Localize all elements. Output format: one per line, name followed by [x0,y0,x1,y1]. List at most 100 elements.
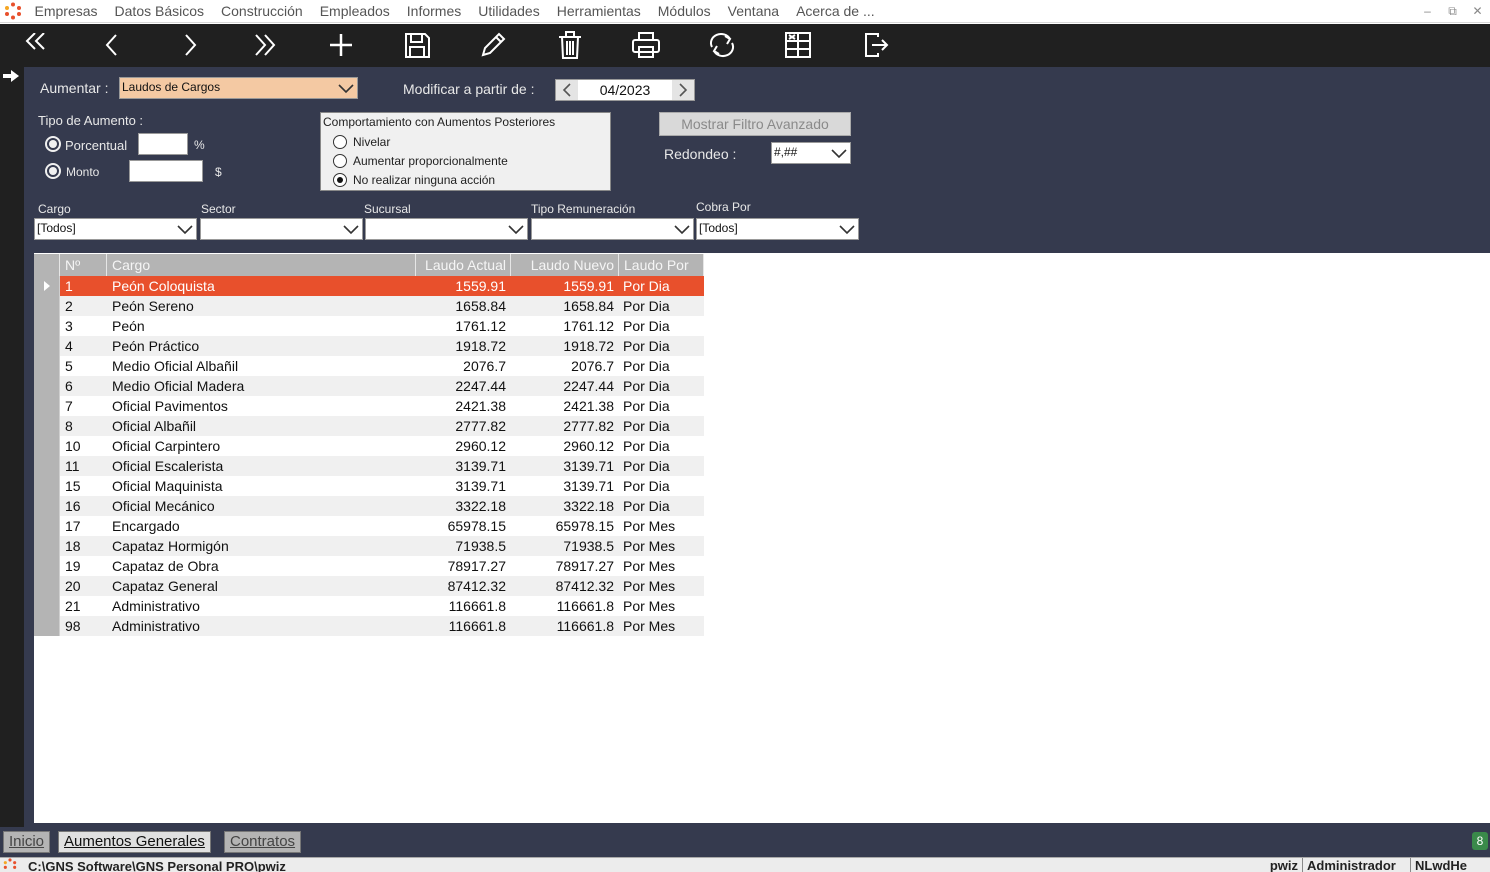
tab-aumentos-generales[interactable]: Aumentos Generales [58,831,211,853]
restore-icon[interactable]: ⧉ [1440,0,1465,23]
row-indicator[interactable] [34,556,60,576]
table-row[interactable]: 17 Encargado 65978.15 65978.15 Por Mes [34,516,704,536]
table-row[interactable]: 15 Oficial Maquinista 3139.71 3139.71 Por Di… [34,476,704,496]
period-prev-icon[interactable] [556,80,578,100]
table-row[interactable]: 3 Peón 1761.12 1761.12 Por Dia [34,316,704,336]
row-indicator[interactable] [34,476,60,496]
row-indicator[interactable] [34,516,60,536]
menu-herramientas[interactable]: Herramientas [548,0,649,23]
column-header-laudo-por[interactable]: Laudo Por [619,254,704,276]
menu-modulos[interactable]: Módulos [649,0,719,23]
menu-informes[interactable]: Informes [398,0,469,23]
refresh-icon[interactable] [702,26,742,64]
redondeo-select[interactable]: #,## [771,142,851,164]
cobra-por-select[interactable]: [Todos] [696,218,859,240]
row-indicator[interactable] [34,436,60,456]
row-indicator[interactable] [34,316,60,336]
row-indicator[interactable] [34,356,60,376]
first-record-icon[interactable] [16,26,56,64]
exit-icon[interactable] [856,26,896,64]
last-record-icon[interactable] [245,26,285,64]
row-indicator[interactable] [34,596,60,616]
table-row[interactable]: 19 Capataz de Obra 78917.27 78917.27 Por Mes [34,556,704,576]
proporcional-radio[interactable] [333,154,347,168]
row-indicator[interactable] [34,376,60,396]
table-row[interactable]: 4 Peón Práctico 1918.72 1918.72 Por Dia [34,336,704,356]
row-indicator[interactable] [34,276,60,296]
table-row[interactable]: 21 Administrativo 116661.8 116661.8 Por Mes [34,596,704,616]
row-indicator[interactable] [34,456,60,476]
column-header-cargo[interactable]: Cargo [107,254,416,276]
sector-filter-select[interactable] [200,218,363,240]
save-icon[interactable] [397,26,437,64]
cargo-filter-select[interactable]: [Todos] [34,218,197,240]
table-row[interactable]: 98 Administrativo 116661.8 116661.8 Por Mes [34,616,704,636]
arrow-right-icon[interactable] [2,69,20,88]
table-row[interactable]: 2 Peón Sereno 1658.84 1658.84 Por Dia [34,296,704,316]
porcentual-input[interactable] [138,133,188,155]
excel-icon[interactable] [778,26,818,64]
period-next-icon[interactable] [672,80,694,100]
column-header-n[interactable]: Nº [60,254,107,276]
table-row[interactable]: 11 Oficial Escalerista 3139.71 3139.71 Por D… [34,456,704,476]
cargo-filter-label: Cargo [38,202,71,216]
menu-ventana[interactable]: Ventana [719,0,787,23]
row-indicator[interactable] [34,496,60,516]
row-indicator[interactable] [34,536,60,556]
tab-inicio[interactable]: Inicio [3,831,51,853]
table-row[interactable]: 20 Capataz General 87412.32 87412.32 Por Mes [34,576,704,596]
table-row[interactable]: 8 Oficial Albañil 2777.82 2777.82 Por Dia [34,416,704,436]
cell-laudo-por: Por Dia [623,278,670,294]
mostrar-filtro-button[interactable]: Mostrar Filtro Avanzado [659,112,851,136]
menu-empleados[interactable]: Empleados [311,0,398,23]
percent-unit: % [194,138,205,152]
delete-icon[interactable] [550,26,590,64]
period-value[interactable]: 04/2023 [578,80,672,100]
column-header-laudo-actual[interactable]: Laudo Actual [416,254,511,276]
cell-laudo-por: Por Dia [623,378,670,394]
monto-radio[interactable] [45,163,61,179]
notification-badge[interactable]: 8 [1472,832,1488,850]
tab-contratos[interactable]: Contratos [224,831,302,853]
option-aumentar-proporcionalmente[interactable]: Aumentar proporcionalmente [333,153,508,169]
table-row[interactable]: 6 Medio Oficial Madera 2247.44 2247.44 Por D… [34,376,704,396]
column-header-laudo-nuevo[interactable]: Laudo Nuevo [511,254,619,276]
menu-utilidades[interactable]: Utilidades [470,0,548,23]
previous-record-icon[interactable] [92,26,132,64]
row-indicator[interactable] [34,296,60,316]
menu-datos-basicos[interactable]: Datos Básicos [106,0,212,23]
add-icon[interactable] [321,26,361,64]
next-record-icon[interactable] [170,26,210,64]
tipo-remuneracion-select[interactable] [531,218,694,240]
option-nivelar[interactable]: Nivelar [333,134,390,150]
menu-acerca-de[interactable]: Acerca de ... [788,0,884,23]
cell-numero: 11 [65,458,80,474]
porcentual-radio[interactable] [45,136,61,152]
close-icon[interactable]: ✕ [1465,0,1490,23]
table-row[interactable]: 18 Capataz Hormigón 71938.5 71938.5 Por Mes [34,536,704,556]
row-indicator[interactable] [34,576,60,596]
nivelar-radio[interactable] [333,135,347,149]
monto-input[interactable] [129,160,203,182]
table-row[interactable]: 10 Oficial Carpintero 2960.12 2960.12 Por Di… [34,436,704,456]
menu-construccion[interactable]: Construcción [213,0,312,23]
table-row[interactable]: 7 Oficial Pavimentos 2421.38 2421.38 Por Dia [34,396,704,416]
row-indicator[interactable] [34,616,60,636]
porcentual-label: Porcentual [65,138,128,153]
row-indicator[interactable] [34,396,60,416]
sucursal-filter-select[interactable] [365,218,528,240]
row-indicator[interactable] [34,416,60,436]
no-realizar-radio[interactable] [333,173,347,187]
option-no-realizar[interactable]: No realizar ninguna acción [333,172,495,188]
print-icon[interactable] [626,26,666,64]
row-indicator[interactable] [34,336,60,356]
edit-icon[interactable] [473,26,513,64]
laudos-table[interactable]: Nº Cargo Laudo Actual Laudo Nuevo Laudo … [34,254,704,636]
cell-laudo-por: Por Dia [623,318,670,334]
menu-empresas[interactable]: Empresas [26,0,106,23]
table-row[interactable]: 16 Oficial Mecánico 3322.18 3322.18 Por Dia [34,496,704,516]
aumentar-select[interactable]: Laudos de Cargos [119,77,358,99]
table-row[interactable]: 1 Peón Coloquista 1559.91 1559.91 Por Dia [34,276,704,296]
minimize-icon[interactable]: – [1415,0,1440,23]
table-row[interactable]: 5 Medio Oficial Albañil 2076.7 2076.7 Por Di… [34,356,704,376]
